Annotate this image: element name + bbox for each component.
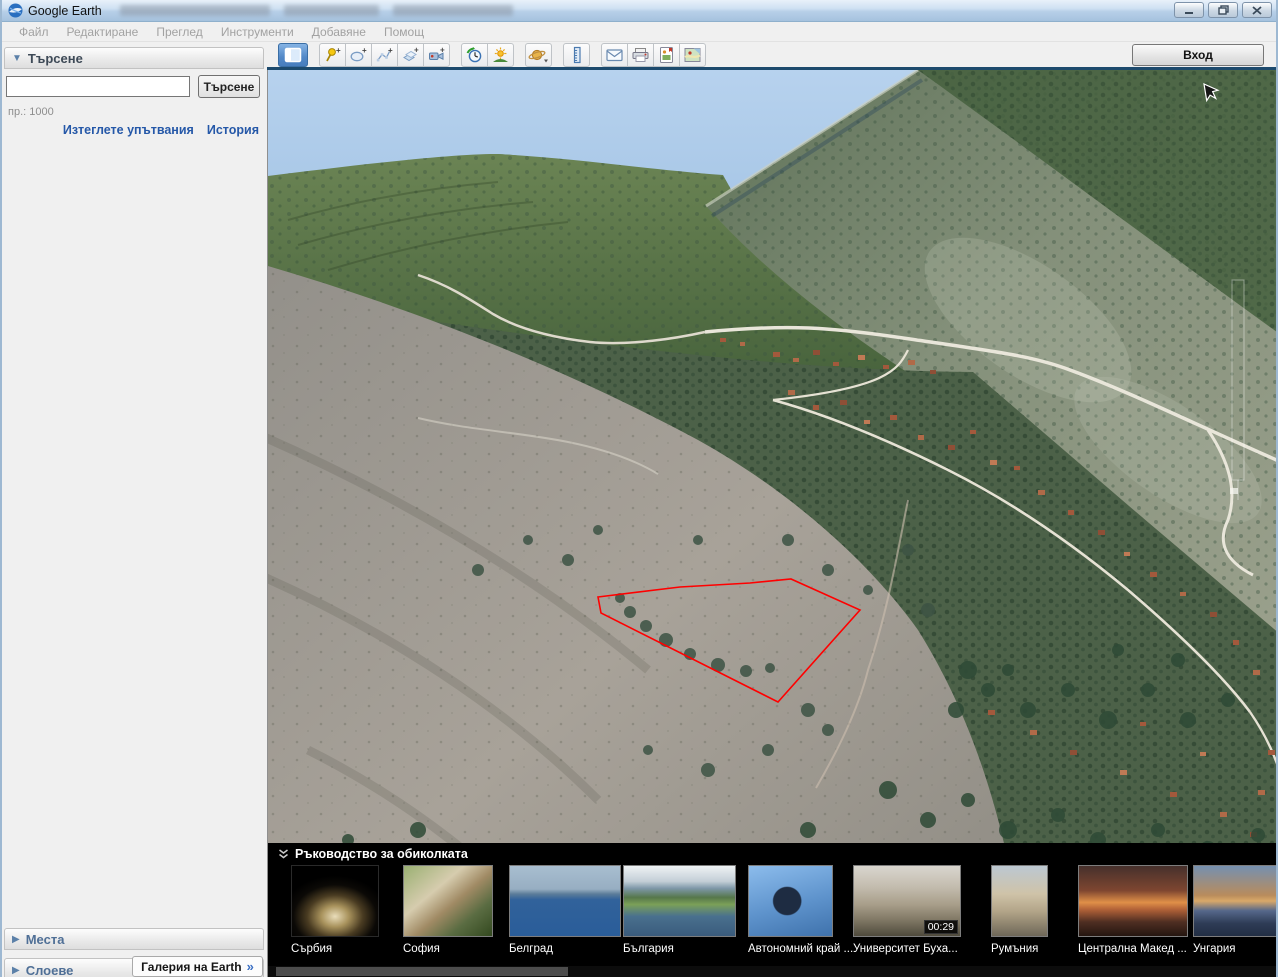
sidebar: Търсене пр.: 1000 Изтеглете упътвания Ис… <box>2 70 267 977</box>
history-link[interactable]: История <box>207 123 259 137</box>
tour-item-romania[interactable]: Румъния <box>991 865 1048 955</box>
expand-triangle-icon: ▶ <box>12 934 20 945</box>
sunlight-button[interactable] <box>487 43 514 67</box>
print-button[interactable] <box>627 43 654 67</box>
add-image-overlay-button[interactable]: + <box>397 43 424 67</box>
top-row: ▼ Търсене + + + + <box>2 42 1278 70</box>
toggle-sidebar-button[interactable] <box>278 43 308 67</box>
tour-thumbnail[interactable] <box>623 865 736 937</box>
email-button[interactable] <box>601 43 628 67</box>
window-controls <box>1174 2 1272 18</box>
places-panel-header[interactable]: ▶ Места <box>4 928 264 950</box>
menu-tools[interactable]: Инструменти <box>212 25 303 39</box>
titlebar: Google Earth <box>2 0 1278 22</box>
menu-help[interactable]: Помощ <box>375 25 433 39</box>
search-button[interactable]: Търсене <box>198 75 260 98</box>
tour-scrollbar[interactable] <box>268 966 1278 977</box>
tour-thumbnail[interactable] <box>509 865 621 937</box>
search-input[interactable] <box>6 76 190 97</box>
earth-gallery-button[interactable]: Галерия на Earth » <box>132 956 263 977</box>
redacted-text <box>393 5 513 16</box>
duration-badge: 00:29 <box>924 920 958 934</box>
tour-item-autonomous-region[interactable]: Автономний край ... <box>748 865 853 955</box>
svg-text:+: + <box>388 46 393 55</box>
tour-guide-header[interactable]: Ръководство за обиколката <box>278 847 468 861</box>
minimize-button[interactable] <box>1174 2 1204 18</box>
menu-add[interactable]: Добавяне <box>303 25 375 39</box>
svg-text:+: + <box>440 46 445 55</box>
planets-button[interactable] <box>525 43 552 67</box>
tour-item-bulgaria[interactable]: България <box>623 865 736 955</box>
redacted-text <box>284 5 379 16</box>
menu-file[interactable]: Файл <box>10 25 58 39</box>
menu-edit[interactable]: Редактиране <box>58 25 148 39</box>
svg-text:+: + <box>336 46 341 55</box>
add-polygon-button[interactable]: + <box>345 43 372 67</box>
tour-item-sofia[interactable]: София <box>403 865 493 955</box>
tour-item-belgrade[interactable]: Белград <box>509 865 621 955</box>
add-placemark-button[interactable]: + <box>319 43 346 67</box>
menubar: Файл Редактиране Преглед Инструменти Доб… <box>2 22 1278 42</box>
tour-item-central-macedonia[interactable]: Централна Макед ... <box>1078 865 1188 955</box>
google-earth-window: Google Earth Файл Редактиране Преглед Ин… <box>0 0 1278 977</box>
redacted-text <box>120 5 270 16</box>
tour-item-university-bucharest[interactable]: 00:29 Университет Буха... <box>853 865 961 955</box>
search-panel-header[interactable]: ▼ Търсене <box>4 47 264 69</box>
tour-scrollbar-thumb[interactable] <box>276 967 568 976</box>
expand-triangle-icon: ▶ <box>12 965 20 976</box>
tour-guide-panel: Ръководство за обиколката Сърбия София Б… <box>268 843 1278 977</box>
google-earth-logo-icon <box>8 3 23 18</box>
svg-text:+: + <box>414 46 419 55</box>
restore-button[interactable] <box>1208 2 1238 18</box>
record-tour-button[interactable]: + <box>423 43 450 67</box>
tour-thumbnail[interactable] <box>403 865 493 937</box>
tour-item-serbia[interactable]: Сърбия <box>291 865 379 955</box>
add-path-button[interactable]: + <box>371 43 398 67</box>
ruler-button[interactable] <box>563 43 590 67</box>
layers-panel-title: Слоеве <box>26 963 74 977</box>
terrain-render <box>268 70 1278 977</box>
svg-text:+: + <box>362 46 367 55</box>
search-hint: пр.: 1000 <box>8 106 54 118</box>
tour-item-hungary[interactable]: Унгария <box>1193 865 1278 955</box>
login-button[interactable]: Вход <box>1132 44 1264 66</box>
tour-guide-title: Ръководство за обиколката <box>295 847 468 861</box>
view-in-google-maps-button[interactable] <box>679 43 706 67</box>
map-3d-view[interactable]: Ръководство за обиколката Сърбия София Б… <box>267 70 1278 977</box>
menu-view[interactable]: Преглед <box>147 25 212 39</box>
tour-thumbnail[interactable] <box>991 865 1048 937</box>
collapse-triangle-icon: ▼ <box>12 53 22 64</box>
toolbar: + + + + + <box>267 42 1278 70</box>
save-image-button[interactable] <box>653 43 680 67</box>
historical-imagery-button[interactable] <box>461 43 488 67</box>
tour-thumbnail[interactable] <box>748 865 833 937</box>
double-chevron-right-icon: » <box>247 959 254 974</box>
search-panel-title: Търсене <box>28 51 83 66</box>
tour-thumbnail[interactable] <box>1193 865 1278 937</box>
window-title: Google Earth <box>28 4 102 18</box>
tour-thumbnail[interactable] <box>291 865 379 937</box>
tour-thumbnail[interactable]: 00:29 <box>853 865 961 937</box>
tour-thumbnail[interactable] <box>1078 865 1188 937</box>
close-button[interactable] <box>1242 2 1272 18</box>
double-chevron-down-icon <box>278 849 289 859</box>
get-directions-link[interactable]: Изтеглете упътвания <box>63 123 194 137</box>
places-panel-title: Места <box>26 932 65 947</box>
